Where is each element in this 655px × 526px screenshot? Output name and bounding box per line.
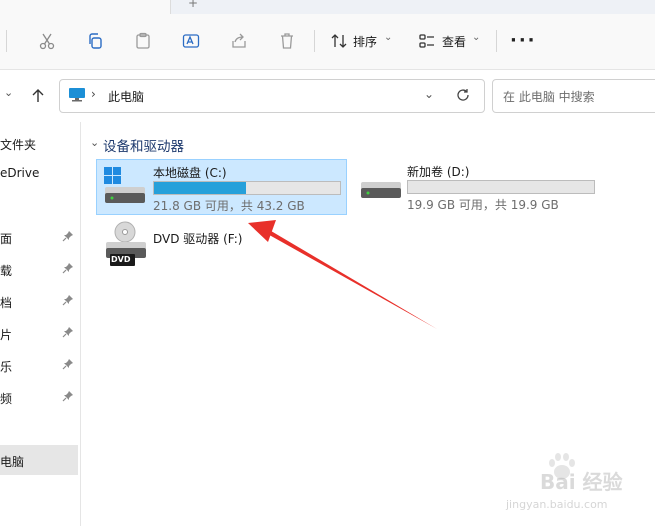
sidebar-item-onedrive[interactable]: eDrive xyxy=(0,158,78,188)
drive-c-usage-bar xyxy=(153,181,341,195)
drive-c-space: 21.8 GB 可用，共 43.2 GB xyxy=(153,199,305,213)
sidebar-item-label: 文件夹 xyxy=(0,138,37,152)
breadcrumb-separator-icon: › xyxy=(91,87,96,101)
copy-icon xyxy=(89,33,102,49)
drive-f-dvd[interactable]: DVD DVD 驱动器 (F:) xyxy=(96,218,296,268)
drive-c-name: 本地磁盘 (C:) xyxy=(153,166,227,180)
dvd-badge: DVD xyxy=(111,255,131,264)
drive-c[interactable]: 本地磁盘 (C:) 21.8 GB 可用，共 43.2 GB xyxy=(96,159,347,215)
drive-d-name: 新加卷 (D:) xyxy=(407,165,470,179)
sidebar-item-this-pc[interactable]: 电脑 xyxy=(0,445,78,475)
sort-button[interactable]: 排序 xyxy=(353,33,377,50)
pin-icon xyxy=(62,231,73,242)
up-arrow-icon[interactable] xyxy=(30,88,46,104)
address-row: ⌄ › 此电脑 ⌄ 在 此电脑 中搜索 xyxy=(0,70,655,122)
sidebar-item-documents[interactable]: 档 xyxy=(0,286,78,316)
drive-d-space: 19.9 GB 可用，共 19.9 GB xyxy=(407,198,559,212)
pin-icon xyxy=(62,263,73,274)
sidebar-item-pictures[interactable]: 片 xyxy=(0,318,78,348)
toolbar-divider xyxy=(314,30,315,52)
trash-icon xyxy=(281,33,293,49)
rename-icon xyxy=(182,34,200,48)
pin-icon xyxy=(62,327,73,338)
group-header-devices[interactable]: 设备和驱动器 xyxy=(103,135,184,155)
sidebar-item-label: 乐 xyxy=(0,360,13,374)
recent-locations-chevron-icon[interactable]: ⌄ xyxy=(4,86,13,99)
sidebar-item-videos[interactable]: 频 xyxy=(0,382,78,412)
toolbar-divider xyxy=(496,30,497,52)
scissors-icon xyxy=(39,33,55,50)
sidebar-item-label: 频 xyxy=(0,392,13,406)
drive-d-usage-bar xyxy=(407,180,595,194)
sidebar-item-folders[interactable]: 文件夹 xyxy=(0,128,78,158)
address-bar[interactable]: › 此电脑 ⌄ xyxy=(59,79,485,113)
hard-drive-icon xyxy=(361,182,401,198)
address-history-chevron-icon[interactable]: ⌄ xyxy=(424,87,434,101)
monitor-icon xyxy=(69,88,85,102)
toolbar-divider xyxy=(6,30,7,52)
breadcrumb-this-pc[interactable]: 此电脑 xyxy=(108,88,144,105)
group-collapse-chevron-icon[interactable]: ⌄ xyxy=(90,136,99,149)
more-options-button[interactable]: ··· xyxy=(510,30,537,51)
copy-button[interactable] xyxy=(82,28,108,54)
sort-icon xyxy=(331,34,347,48)
command-bar: 排序 ⌄ 查看 ⌄ ··· xyxy=(0,14,655,70)
share-icon xyxy=(232,33,246,48)
share-button[interactable] xyxy=(226,28,252,54)
sidebar-item-label: 片 xyxy=(0,328,13,342)
search-input[interactable]: 在 此电脑 中搜索 xyxy=(503,88,595,105)
chevron-down-icon: ⌄ xyxy=(384,32,393,43)
tab-active[interactable] xyxy=(0,0,171,14)
windows-drive-icon xyxy=(104,167,145,203)
view-icon xyxy=(419,34,434,48)
sort-icon-wrap[interactable] xyxy=(326,28,352,54)
cut-button[interactable] xyxy=(34,28,60,54)
watermark: Bai 经验 jingyan.baidu.com xyxy=(500,452,650,522)
sidebar-item-label: eDrive xyxy=(0,166,40,180)
sidebar-item-downloads[interactable]: 载 xyxy=(0,254,78,284)
drive-f-name: DVD 驱动器 (F:) xyxy=(153,232,243,246)
drive-d[interactable]: 新加卷 (D:) 19.9 GB 可用，共 19.9 GB xyxy=(353,159,603,213)
sidebar-item-label: 载 xyxy=(0,264,13,278)
search-box[interactable]: 在 此电脑 中搜索 xyxy=(492,79,655,113)
clipboard-icon xyxy=(136,32,150,49)
sidebar-item-label: 档 xyxy=(0,296,13,310)
drive-c-usage-fill xyxy=(154,182,247,194)
view-button[interactable]: 查看 xyxy=(442,33,466,50)
sidebar-item-label: 电脑 xyxy=(0,455,25,469)
pin-icon xyxy=(62,295,73,306)
refresh-icon[interactable] xyxy=(456,88,470,102)
tab-strip: + xyxy=(0,0,655,14)
new-tab-button[interactable]: + xyxy=(188,0,198,10)
delete-button[interactable] xyxy=(274,28,300,54)
rename-button[interactable] xyxy=(178,28,204,54)
chevron-down-icon: ⌄ xyxy=(472,32,481,43)
sidebar-item-desktop[interactable]: 面 xyxy=(0,222,78,252)
navigation-pane: 文件夹 eDrive 面 载 档 片 乐 频 电脑 xyxy=(0,122,81,526)
watermark-url: jingyan.baidu.com xyxy=(506,498,608,511)
pin-icon xyxy=(62,359,73,370)
view-icon-wrap[interactable] xyxy=(414,28,440,54)
sidebar-item-label: 面 xyxy=(0,232,13,246)
watermark-brand: Bai 经验 xyxy=(540,470,623,494)
paste-button[interactable] xyxy=(130,28,156,54)
pin-icon xyxy=(62,391,73,402)
sidebar-item-music[interactable]: 乐 xyxy=(0,350,78,380)
